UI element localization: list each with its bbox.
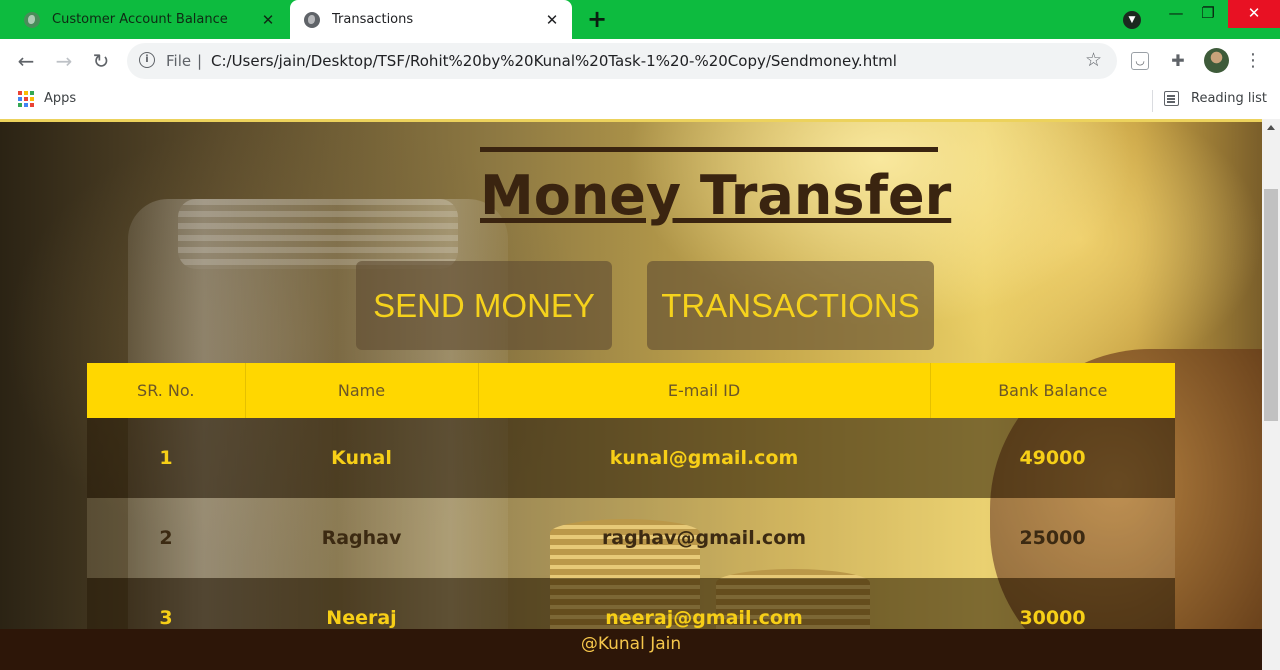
column-header: Name [245, 363, 479, 418]
name-cell: Raghav [245, 498, 478, 578]
new-tab-button[interactable]: + [584, 6, 610, 32]
reading-list-icon[interactable] [1164, 91, 1179, 106]
address-bar[interactable]: i File | C:/Users/jain/Desktop/TSF/Rohit… [127, 43, 1117, 79]
back-arrow-icon[interactable]: ← [12, 47, 40, 75]
apps-grid-icon[interactable] [18, 91, 34, 107]
email-cell: raghav@gmail.com [478, 498, 930, 578]
bookmark-star-icon[interactable]: ☆ [1085, 49, 1102, 71]
bookmarks-bar: Apps Reading list [0, 83, 1280, 119]
tab-customer-account-balance[interactable]: Customer Account Balance ✕ [10, 0, 288, 39]
background-jar-neck [178, 199, 458, 269]
page-viewport: Money Transfer SEND MONEY TRANSACTIONS S… [0, 119, 1262, 670]
table-row: 1 Kunal kunal@gmail.com 49000 [87, 418, 1175, 498]
tab-strip: Customer Account Balance ✕ Transactions … [0, 0, 1280, 39]
tab-title: Transactions [332, 12, 414, 27]
forward-arrow-icon[interactable]: → [50, 47, 78, 75]
column-header: SR. No. [87, 363, 246, 418]
window-close-button[interactable]: ✕ [1228, 0, 1280, 28]
customers-table: SR. No. Name E-mail ID Bank Balance 1 Ku… [87, 363, 1175, 658]
tab-title: Customer Account Balance [52, 12, 228, 27]
tab-transactions[interactable]: Transactions ✕ [290, 0, 572, 39]
pocket-extension-icon[interactable]: ◡ [1131, 52, 1149, 70]
profile-avatar[interactable] [1204, 48, 1229, 73]
column-header: E-mail ID [478, 363, 931, 418]
name-cell: Kunal [245, 418, 478, 498]
info-icon[interactable]: i [139, 52, 155, 68]
email-cell: kunal@gmail.com [478, 418, 930, 498]
balance-cell: 49000 [930, 418, 1175, 498]
url-separator: | [197, 52, 203, 70]
globe-icon [304, 11, 320, 28]
reading-list-link[interactable]: Reading list [1191, 91, 1267, 106]
url-scheme: File [166, 52, 192, 70]
close-icon[interactable]: ✕ [258, 11, 278, 29]
column-header: Bank Balance [930, 363, 1175, 418]
scroll-up-arrow-icon[interactable] [1267, 125, 1275, 130]
page-title: Money Transfer [480, 147, 951, 227]
tab-search-icon[interactable]: ▼ [1123, 11, 1141, 29]
more-menu-icon[interactable]: ⋮ [1244, 50, 1262, 71]
divider [1152, 90, 1153, 112]
globe-icon [24, 11, 40, 28]
table-row: 2 Raghav raghav@gmail.com 25000 [87, 498, 1175, 578]
page-footer: @Kunal Jain [0, 629, 1262, 670]
url-text[interactable]: C:/Users/jain/Desktop/TSF/Rohit%20by%20K… [211, 52, 897, 70]
table-header-row: SR. No. Name E-mail ID Bank Balance [87, 363, 1175, 418]
restore-button[interactable]: ❐ [1186, 0, 1230, 28]
balance-cell: 25000 [930, 498, 1175, 578]
scrollbar-thumb[interactable] [1264, 189, 1278, 421]
close-icon[interactable]: ✕ [542, 11, 562, 29]
send-money-button[interactable]: SEND MONEY [356, 261, 612, 350]
apps-link[interactable]: Apps [44, 91, 76, 106]
transactions-button[interactable]: TRANSACTIONS [647, 261, 934, 350]
vertical-scrollbar[interactable] [1262, 119, 1280, 670]
sr-cell: 1 [87, 418, 245, 498]
reload-icon[interactable]: ↻ [87, 47, 115, 75]
browser-toolbar: ← → ↻ i File | C:/Users/jain/Desktop/TSF… [0, 39, 1280, 83]
extensions-puzzle-icon[interactable]: ✚ [1168, 51, 1188, 71]
sr-cell: 2 [87, 498, 245, 578]
